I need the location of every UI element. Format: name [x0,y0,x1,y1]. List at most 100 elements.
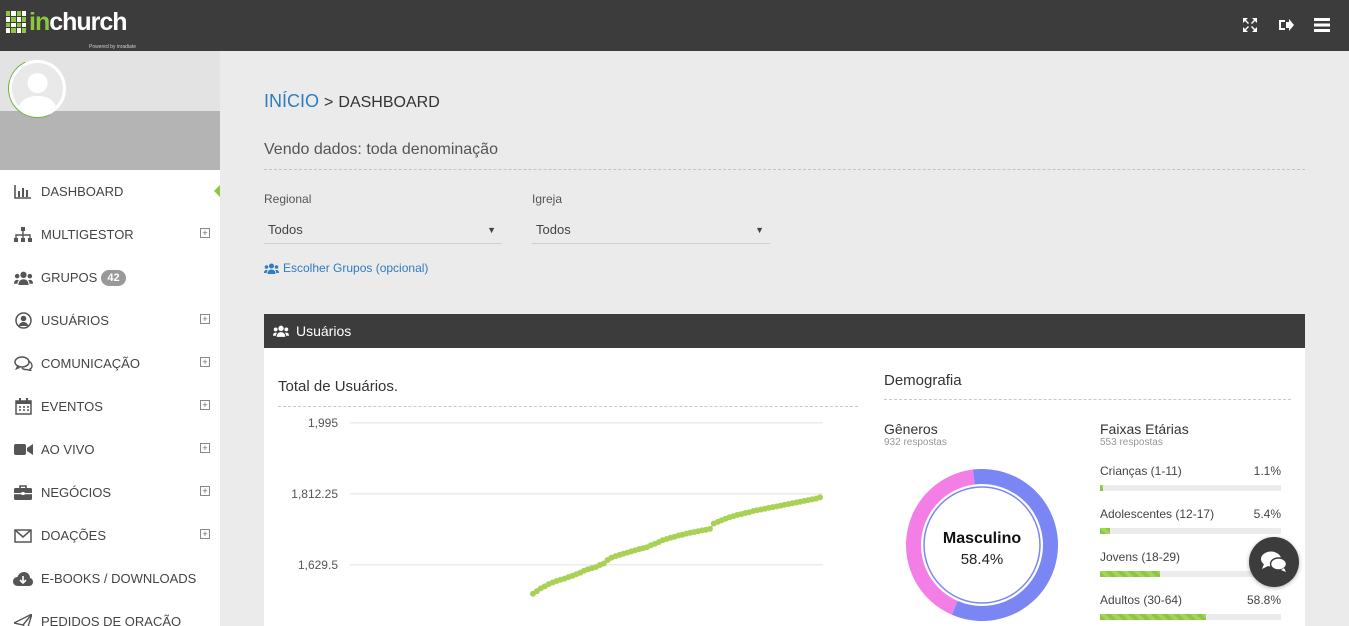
cloud-download-icon [13,570,33,588]
profile-panel [0,51,220,170]
total-users-title: Total de Usuários. [278,378,399,395]
sidebar-item-neg-cios[interactable]: NEGÓCIOS + [0,471,220,514]
expand-plus-icon[interactable]: + [200,443,210,453]
demografia-title: Demografia [884,372,962,389]
age-range-row: Crianças (1-11) 1.1% [1100,464,1281,491]
regional-select-value: Todos [268,222,303,237]
expand-plus-icon[interactable]: + [200,228,210,238]
age-range-percent: 5.4% [1253,507,1281,521]
paper-plane-icon [13,613,33,626]
main-content: INÍCIO > DASHBOARD Vendo dados: toda den… [220,51,1349,626]
chat-bubbles-icon [1261,551,1288,572]
sitemap-icon [13,226,33,244]
sidebar-item-usu-rios[interactable]: USUÁRIOS + [0,299,220,342]
sidebar-item-grupos[interactable]: GRUPOS 42 [0,256,220,299]
donut-center-percent: 58.4% [961,551,1004,568]
comments-icon [13,355,33,373]
chevron-down-icon: ▼ [755,225,764,235]
envelope-icon [13,527,33,545]
breadcrumb-separator: > [324,94,334,111]
fullscreen-icon[interactable] [1241,16,1259,34]
generos-title: Gêneros [884,421,938,437]
user-circle-icon [13,312,33,330]
y-tick-label: 1,995 [308,416,338,430]
breadcrumb-home-link[interactable]: INÍCIO [264,91,319,111]
sidebar-item-label: COMUNICAÇÃO [41,356,140,371]
choose-groups-link[interactable]: Escolher Grupos (opcional) [264,261,428,275]
faixas-responses: 553 respostas [1100,437,1163,448]
chat-button[interactable] [1249,537,1299,587]
breadcrumb: INÍCIO > DASHBOARD [264,91,440,112]
video-icon [13,441,33,459]
demografia-divider [884,399,1291,400]
faixas-title: Faixas Etárias [1100,421,1189,437]
users-panel: Usuários Total de Usuários. 1,995 1,812.2… [264,314,1305,626]
sidebar-item-eventos[interactable]: EVENTOS + [0,385,220,428]
expand-plus-icon[interactable]: + [200,314,210,324]
age-range-percent: 1.1% [1253,464,1281,478]
top-bar: inchurch Powered by inradiate [0,0,1349,51]
age-range-bar [1100,528,1281,534]
expand-plus-icon[interactable]: + [200,486,210,496]
users-icon [273,325,289,337]
age-range-bar-fill [1100,614,1207,620]
inchurch-logo[interactable]: inchurch Powered by inradiate [6,9,136,50]
sidebar-item-label: EVENTOS [41,399,103,414]
choose-groups-label: Escolher Grupos (opcional) [283,261,429,275]
logout-icon[interactable] [1277,16,1295,34]
briefcase-icon [13,484,33,502]
age-range-bar [1100,485,1281,491]
expand-plus-icon[interactable]: + [200,529,210,539]
age-range-row: Adultos (30-64) 58.8% [1100,593,1281,620]
sidebar-item-label: AO VIVO [41,442,95,457]
regional-select[interactable]: Todos ▼ [264,216,502,244]
y-tick-label: 1,812.25 [291,487,338,501]
sidebar-item-pedidos-de-ora-o[interactable]: PEDIDOS DE ORAÇÃO [0,600,220,626]
gender-donut-chart[interactable]: Masculino 58.4% [904,467,1060,623]
viewing-scope-text: Vendo dados: toda denominação [264,141,498,158]
sidebar: DASHBOARD MULTIGESTOR + GRUPOS 42 USUÁRIOS + CO… [0,51,220,626]
sidebar-item-dashboard[interactable]: DASHBOARD [0,170,220,213]
logo-grid-icon [6,11,26,33]
sidebar-item-label: E-BOOKS / DOWNLOADS [41,571,197,586]
expand-plus-icon[interactable]: + [200,400,210,410]
sidebar-item-label: MULTIGESTOR [41,227,134,242]
expand-plus-icon[interactable]: + [200,357,210,367]
chevron-down-icon: ▼ [487,225,496,235]
sidebar-item-label: DASHBOARD [41,184,124,199]
users-panel-title: Usuários [296,323,352,339]
menu-icon[interactable] [1313,16,1331,34]
data-point[interactable] [817,494,823,501]
sidebar-item-label: NEGÓCIOS [41,485,112,500]
generos-responses: 932 respostas [884,437,947,448]
sidebar-item-label: PEDIDOS DE ORAÇÃO [41,614,182,626]
age-range-bar [1100,614,1281,620]
calendar-icon [13,398,33,416]
age-range-bar-fill [1100,571,1160,577]
avatar[interactable] [9,60,66,117]
igreja-select[interactable]: Todos ▼ [532,216,770,244]
sidebar-item-comunica-o[interactable]: COMUNICAÇÃO + [0,342,220,385]
data-point[interactable] [706,525,713,532]
users-icon [264,263,279,274]
scope-divider [264,169,1305,170]
sidebar-nav: DASHBOARD MULTIGESTOR + GRUPOS 42 USUÁRIOS + CO… [0,170,220,626]
users-icon [13,269,33,287]
sidebar-item-e-books-downloads[interactable]: E-BOOKS / DOWNLOADS [0,557,220,600]
sidebar-item-label: USUÁRIOS [41,313,109,328]
igreja-label: Igreja [532,192,563,206]
profile-band [0,111,220,170]
sidebar-item-label: GRUPOS [41,270,98,285]
age-range-bar-fill [1100,485,1103,491]
bar-chart-icon [13,183,33,201]
count-badge: 42 [101,269,126,286]
sidebar-item-doa-es[interactable]: DOAÇÕES + [0,514,220,557]
sidebar-item-ao-vivo[interactable]: AO VIVO + [0,428,220,471]
age-range-bar-fill [1100,528,1110,534]
donut-center-label: Masculino [943,530,1021,547]
logo-wordmark: inchurch Powered by inradiate [29,9,136,50]
users-panel-header: Usuários [264,314,1305,348]
sidebar-item-multigestor[interactable]: MULTIGESTOR + [0,213,220,256]
regional-label: Regional [264,192,312,206]
sidebar-item-label: DOAÇÕES [41,528,107,543]
